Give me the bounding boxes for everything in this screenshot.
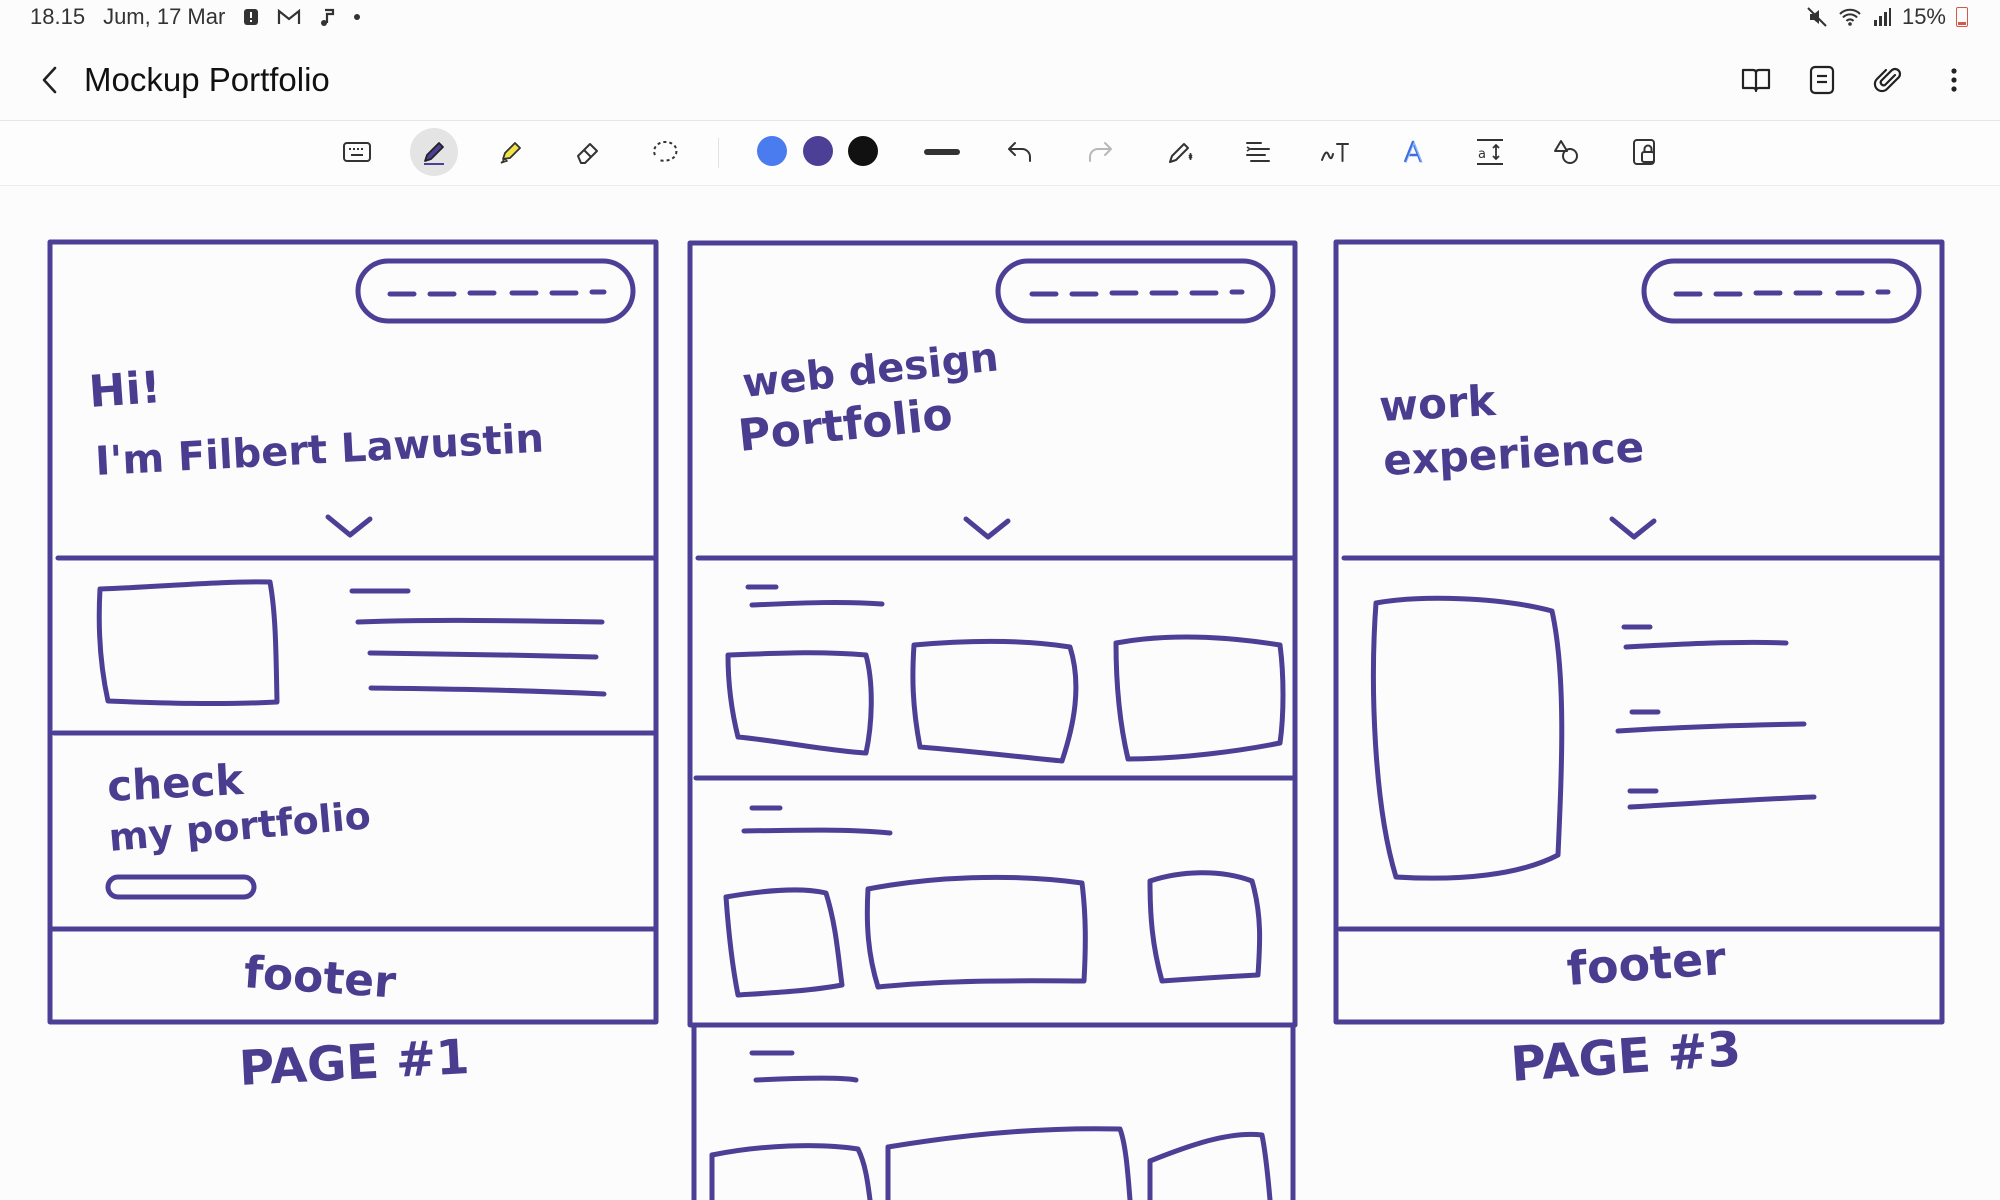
gmail-icon xyxy=(277,8,301,26)
eraser-icon xyxy=(577,143,598,164)
chevron-left-icon xyxy=(42,66,57,94)
page3-wireframe xyxy=(1333,239,1945,1025)
signal-icon xyxy=(1872,7,1892,27)
pen-settings-icon xyxy=(1169,143,1193,163)
lock-button[interactable] xyxy=(1621,128,1669,176)
page3-heading-line1: work xyxy=(1378,376,1498,431)
keyboard-icon xyxy=(343,142,371,162)
book-icon xyxy=(1741,68,1771,93)
color-purple[interactable] xyxy=(803,136,833,166)
attach-button[interactable] xyxy=(1866,58,1910,102)
page-view-button[interactable] xyxy=(1800,58,1844,102)
svg-text:a: a xyxy=(1478,147,1486,162)
spacing-button[interactable]: a xyxy=(1466,128,1514,176)
highlighter-tool[interactable] xyxy=(487,128,535,176)
paperclip-icon xyxy=(1873,67,1902,93)
undo-icon xyxy=(1008,142,1031,162)
lock-icon xyxy=(1633,139,1655,165)
lasso-tool[interactable] xyxy=(641,128,689,176)
redo-button[interactable] xyxy=(1076,128,1124,176)
eraser-tool[interactable] xyxy=(564,128,612,176)
text-style-icon xyxy=(1403,140,1423,164)
highlighter-icon xyxy=(500,142,521,164)
mute-icon xyxy=(1806,6,1828,28)
spacing-icon: a xyxy=(1477,139,1503,165)
handwriting-to-text-icon xyxy=(1321,143,1349,162)
shapes-icon xyxy=(1554,140,1578,164)
reading-mode-button[interactable] xyxy=(1734,58,1778,102)
drawing-canvas[interactable]: Hi! I'm Filbert Lawustin check my portfo… xyxy=(0,185,2000,1200)
status-bar: 18.15 Jum, 17 Mar 15% xyxy=(0,0,2000,34)
keyboard-tool[interactable] xyxy=(333,128,381,176)
notification-icon xyxy=(243,7,259,27)
lasso-icon xyxy=(653,140,678,162)
page1-cta-line1: check xyxy=(106,755,246,811)
back-button[interactable] xyxy=(30,60,70,100)
music-icon xyxy=(319,7,335,27)
shapes-button[interactable] xyxy=(1542,128,1590,176)
color-black[interactable] xyxy=(848,136,878,166)
pen-tool[interactable] xyxy=(410,128,458,176)
color-blue[interactable] xyxy=(757,136,787,166)
page1-wireframe xyxy=(47,239,659,1025)
more-options-button[interactable] xyxy=(1932,58,1976,102)
redo-icon xyxy=(1089,142,1112,162)
page3-caption: PAGE #3 xyxy=(1509,1021,1743,1093)
more-notifications-icon xyxy=(353,13,361,21)
battery-percent: 15% xyxy=(1901,4,1946,29)
page1-footer: footer xyxy=(242,947,398,1009)
date: Jum, 17 Mar xyxy=(103,4,226,29)
clock: 18.15 xyxy=(30,4,86,29)
page1-caption: PAGE #1 xyxy=(238,1029,471,1097)
page-icon xyxy=(1809,65,1835,95)
wifi-icon xyxy=(1838,7,1862,27)
handwriting-to-text-button[interactable] xyxy=(1311,128,1359,176)
title-bar: Mockup Portfolio xyxy=(0,50,2000,110)
pen-settings-button[interactable] xyxy=(1157,128,1205,176)
battery-icon xyxy=(1956,7,1968,27)
note-title: Mockup Portfolio xyxy=(84,61,330,98)
stroke-width-icon xyxy=(924,149,960,155)
page3-footer: footer xyxy=(1565,931,1728,996)
page1-greeting: Hi! xyxy=(87,362,162,418)
pen-icon xyxy=(424,142,444,165)
page2-heading-line1: web design xyxy=(740,334,1000,407)
stroke-width-tool[interactable] xyxy=(918,128,966,176)
more-vertical-icon xyxy=(1951,68,1957,92)
wireframe-sketch: Hi! I'm Filbert Lawustin check my portfo… xyxy=(47,239,1945,1200)
page1-intro: I'm Filbert Lawustin xyxy=(94,416,545,485)
undo-button[interactable] xyxy=(996,128,1044,176)
text-style-button[interactable] xyxy=(1389,128,1437,176)
page3-heading-line2: experience xyxy=(1382,422,1645,485)
align-icon xyxy=(1246,142,1270,162)
toolbar-divider xyxy=(718,138,719,168)
align-button[interactable] xyxy=(1234,128,1282,176)
